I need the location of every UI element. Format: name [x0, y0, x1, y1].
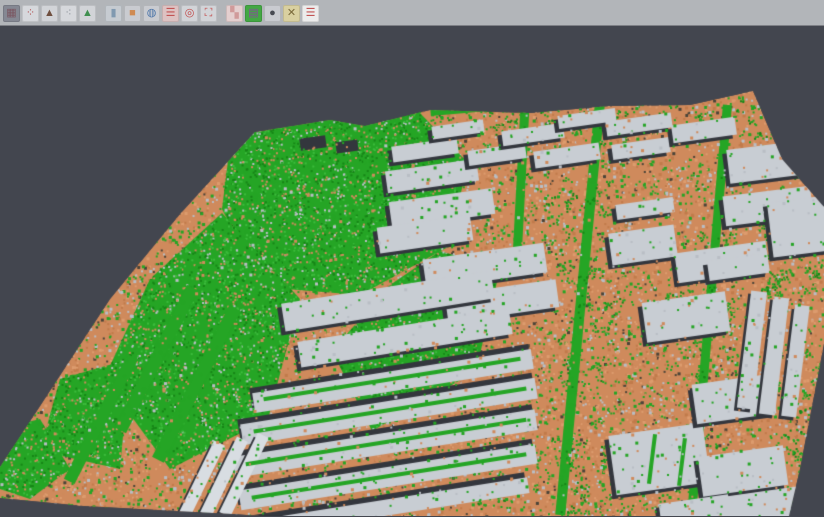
globe-icon[interactable]: ◍ [143, 5, 160, 22]
red-stripes-icon[interactable]: ☰ [302, 5, 319, 22]
sparse-points-icon[interactable]: ⁖ [60, 5, 77, 22]
orange-box-icon[interactable]: ■ [124, 5, 141, 22]
dark-sphere-icon[interactable]: ● [264, 5, 281, 22]
align-points-icon[interactable]: ⁘ [22, 5, 39, 22]
classification-colors-icon[interactable]: ▤ [245, 5, 262, 22]
measure-x-icon[interactable]: ✕ [283, 5, 300, 22]
main-toolbar: ▦⁘▲⁖▲▮■◍☰◎⛶▚▤●✕☰ [0, 0, 824, 26]
viewport-area [0, 26, 824, 516]
application-window: ▦⁘▲⁖▲▮■◍☰◎⛶▚▤●✕☰ [0, 0, 824, 517]
3d-viewport[interactable] [0, 26, 824, 516]
terrain-mound-icon[interactable]: ▲ [41, 5, 58, 22]
target-ring-icon[interactable]: ◎ [181, 5, 198, 22]
selection-frame-icon[interactable]: ⛶ [200, 5, 217, 22]
pink-checker-icon[interactable]: ▚ [226, 5, 243, 22]
green-terrain-icon[interactable]: ▲ [79, 5, 96, 22]
open-project-icon[interactable]: ▦ [3, 5, 20, 22]
red-list-icon[interactable]: ☰ [162, 5, 179, 22]
column-chart-icon[interactable]: ▮ [105, 5, 122, 22]
